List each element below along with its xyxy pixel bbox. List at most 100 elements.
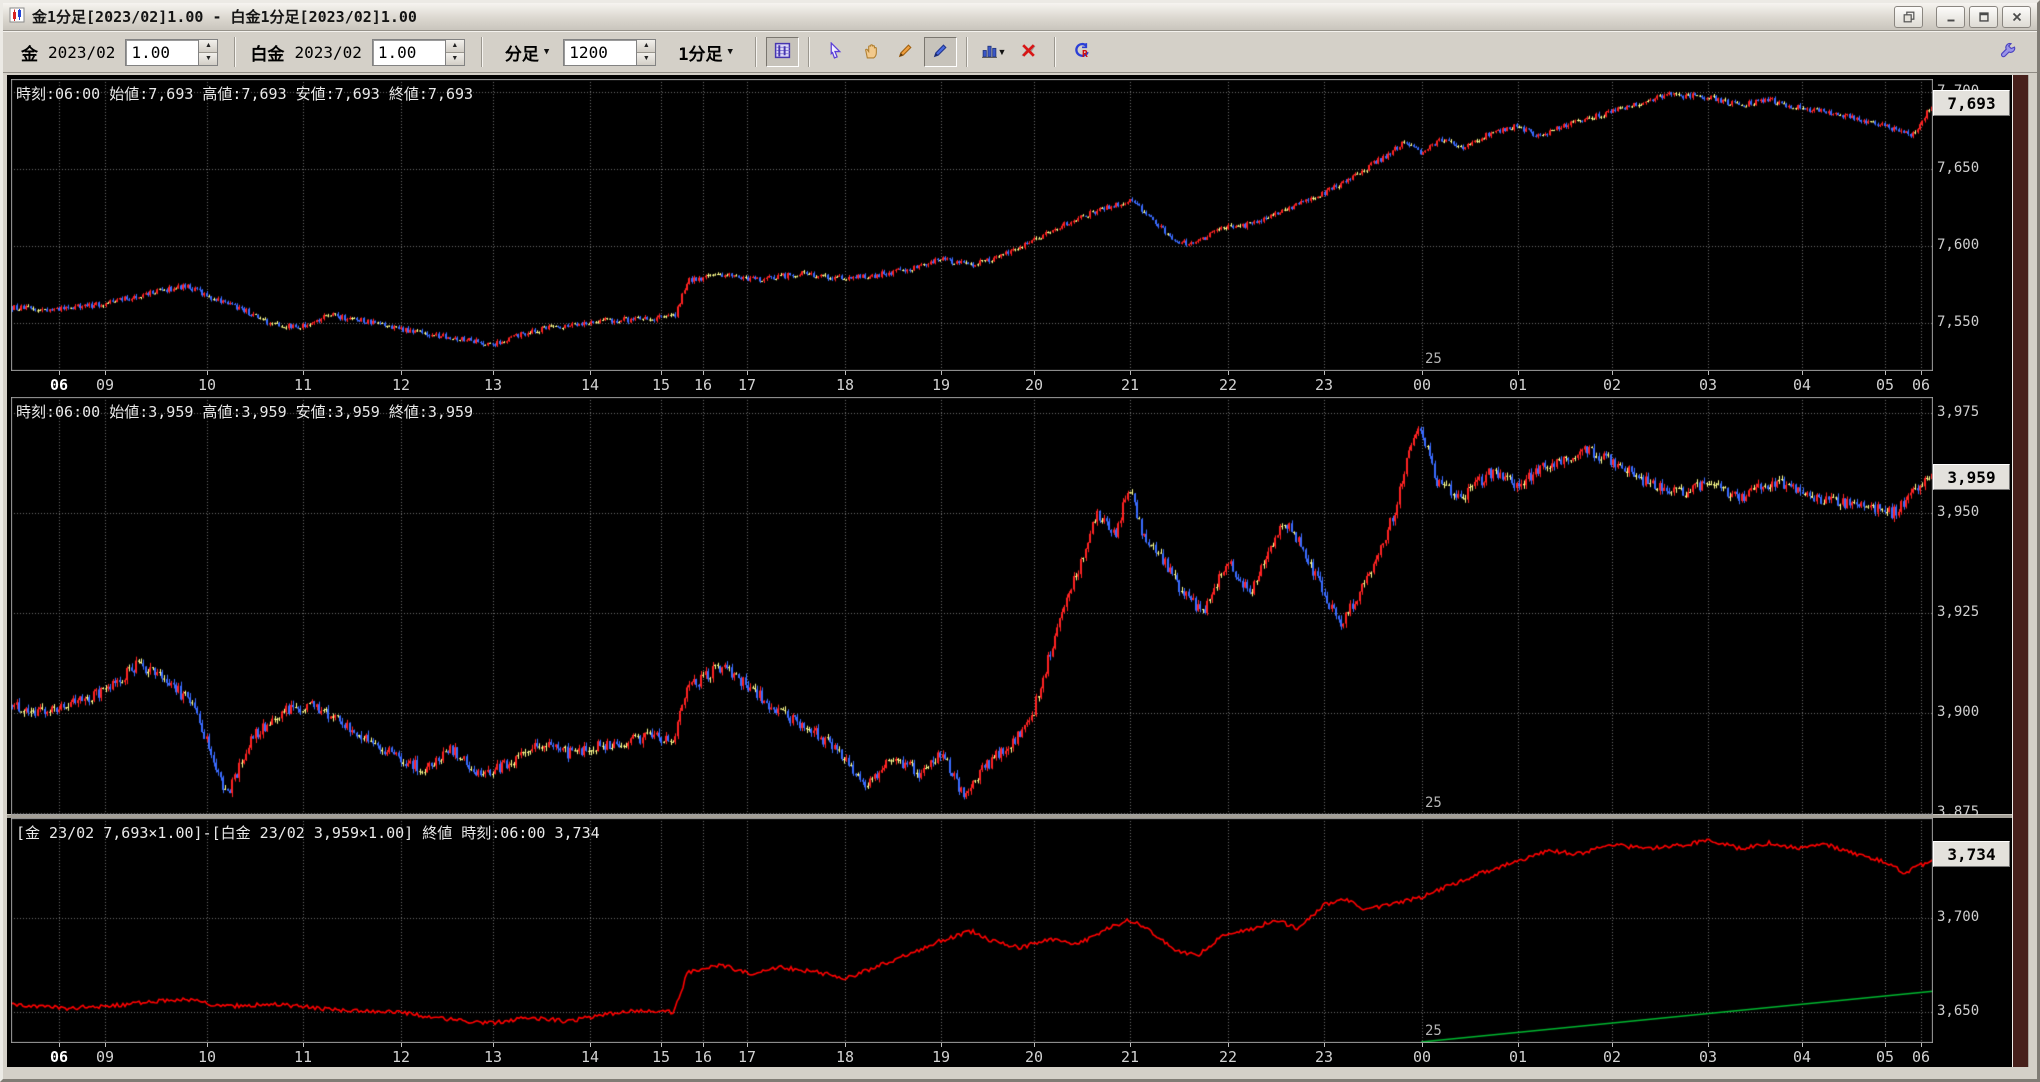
bar-chart-menu-button[interactable]: ▼ [977, 37, 1010, 67]
chevron-down-icon: ▼ [997, 47, 1007, 57]
platinum-current-price-box: 3,959 [1933, 464, 2010, 490]
chart-reset-tool-button[interactable]: R [1065, 37, 1098, 67]
toolbar: 金 2023/02 1.00 ▲ ▼ 白金 2023/02 1.00 ▲ ▼ 分… [3, 31, 2037, 73]
x-axis-tick [207, 371, 208, 375]
y-axis-label: 3,650 [1937, 1003, 1980, 1019]
x-axis-tick [105, 1043, 106, 1047]
x-axis-label: 19 [931, 376, 951, 394]
y-axis-label: 7,600 [1937, 237, 1980, 253]
x-axis-tick [1921, 1043, 1922, 1047]
x-axis-tick [59, 371, 60, 375]
pan-hand-tool-icon [862, 42, 879, 62]
platinum-multiplier-spin-down[interactable]: ▼ [445, 52, 464, 65]
platinum-symbol-label: 白金 [250, 44, 285, 65]
x-axis-tick [401, 371, 402, 375]
x-axis-label: 09 [95, 376, 115, 394]
minimize-icon [1947, 19, 1954, 21]
x-axis-tick [941, 371, 942, 375]
x-axis-label: 03 [1698, 376, 1718, 394]
maximize-button[interactable] [1969, 5, 1998, 28]
x-axis-tick [1802, 1043, 1803, 1047]
x-axis-label: 23 [1314, 1048, 1334, 1066]
gold-multiplier-spin-down[interactable]: ▼ [199, 52, 218, 65]
x-axis-tick [703, 371, 704, 375]
select-cursor-tool-button[interactable] [819, 37, 852, 67]
x-axis-label: 13 [483, 1048, 503, 1066]
x-axis-tick [1324, 371, 1325, 375]
y-axis-label: 3,900 [1937, 704, 1980, 720]
x-axis-tick [1422, 371, 1423, 375]
gold-multiplier-spin-up[interactable]: ▲ [199, 39, 218, 53]
x-axis-tick [747, 1043, 748, 1047]
y-axis-label: 7,550 [1937, 314, 1980, 330]
bar-count-spin-up[interactable]: ▲ [637, 39, 656, 53]
bar-unit-dropdown[interactable]: 分足 ▼ [499, 39, 555, 66]
gold-contract-value[interactable]: 2023/02 [48, 43, 115, 62]
platinum-date-marker: 25 [1425, 795, 1442, 811]
x-axis-tick [105, 371, 106, 375]
chart-reset-tool-icon: R [1073, 42, 1090, 62]
pencil-tool-icon [897, 42, 914, 62]
bar-count-spin-down[interactable]: ▼ [637, 52, 656, 65]
close-icon [2012, 12, 2021, 21]
x-axis-tick [1708, 1043, 1709, 1047]
bar-chart-menu-icon [981, 42, 998, 62]
title-bar[interactable]: 金1分足[2023/02]1.00 - 白金1分足[2023/02]1.00 [3, 3, 2037, 31]
x-axis-label: 04 [1792, 1048, 1812, 1066]
x-axis-label: 06 [1911, 1048, 1931, 1066]
y-axis-label: 3,700 [1937, 909, 1980, 925]
delete-drawings-tool-icon [1020, 42, 1037, 62]
float-window-button[interactable] [1894, 5, 1923, 28]
x-axis-label: 15 [651, 376, 671, 394]
x-axis-label: 11 [293, 376, 313, 394]
window-title: 金1分足[2023/02]1.00 - 白金1分足[2023/02]1.00 [32, 8, 417, 26]
spread-chart-canvas[interactable] [11, 818, 1933, 1043]
x-axis-tick [941, 1043, 942, 1047]
x-axis-tick [590, 371, 591, 375]
x-axis-label: 17 [737, 1048, 757, 1066]
spin-up-icon: ▲ [642, 41, 650, 49]
line-draw-tool-button[interactable] [923, 37, 957, 67]
platinum-contract-value[interactable]: 2023/02 [294, 43, 361, 62]
x-axis-tick [303, 1043, 304, 1047]
x-axis-tick [1885, 1043, 1886, 1047]
x-axis-tick [845, 371, 846, 375]
pencil-tool-button[interactable] [889, 37, 922, 67]
x-axis-tick [1228, 1043, 1229, 1047]
spin-down-icon: ▼ [642, 54, 650, 62]
settings-wrench-button[interactable] [1991, 37, 2024, 67]
platinum-chart-canvas[interactable] [11, 397, 1933, 815]
x-axis-tick [401, 1043, 402, 1047]
gold-multiplier-input[interactable]: 1.00 [125, 38, 199, 66]
x-axis-tick [661, 371, 662, 375]
x-axis-label: 01 [1508, 376, 1528, 394]
y-axis-label: 7,650 [1937, 160, 1980, 176]
bar-type-dropdown[interactable]: 1分足 ▼ [672, 39, 739, 66]
pan-hand-tool-button[interactable] [854, 37, 887, 67]
x-axis-label: 21 [1120, 1048, 1140, 1066]
x-axis-label: 22 [1218, 376, 1238, 394]
delete-drawings-tool-button[interactable] [1012, 37, 1045, 67]
y-axis-label: 3,975 [1937, 404, 1980, 420]
svg-text:R: R [1082, 49, 1088, 59]
line-draw-tool-icon [932, 42, 949, 62]
close-button[interactable] [2002, 5, 2031, 28]
gold-chart-canvas[interactable] [11, 79, 1933, 371]
platinum-multiplier-input[interactable]: 1.00 [371, 38, 445, 66]
bar-count-input[interactable]: 1200 [563, 38, 637, 66]
y-axis-label: 3,875 [1937, 804, 1980, 815]
x-axis-tick [1034, 1043, 1035, 1047]
platinum-multiplier-spin-up[interactable]: ▲ [445, 39, 464, 53]
candlestick-app-icon [9, 7, 25, 27]
toolbar-separator [807, 37, 810, 67]
x-axis-label: 11 [293, 1048, 313, 1066]
x-axis-label: 15 [651, 1048, 671, 1066]
minimize-button[interactable] [1936, 5, 1965, 28]
gold-multiplier-spinner: 1.00 ▲ ▼ [125, 38, 219, 66]
x-axis-label: 06 [1911, 376, 1931, 394]
select-cursor-tool-icon [827, 41, 844, 62]
chevron-down-icon: ▼ [543, 47, 550, 57]
vertical-scrollbar[interactable] [2012, 75, 2029, 1067]
chart-grid-tool-button[interactable] [765, 37, 799, 67]
x-axis-label: 05 [1875, 1048, 1895, 1066]
